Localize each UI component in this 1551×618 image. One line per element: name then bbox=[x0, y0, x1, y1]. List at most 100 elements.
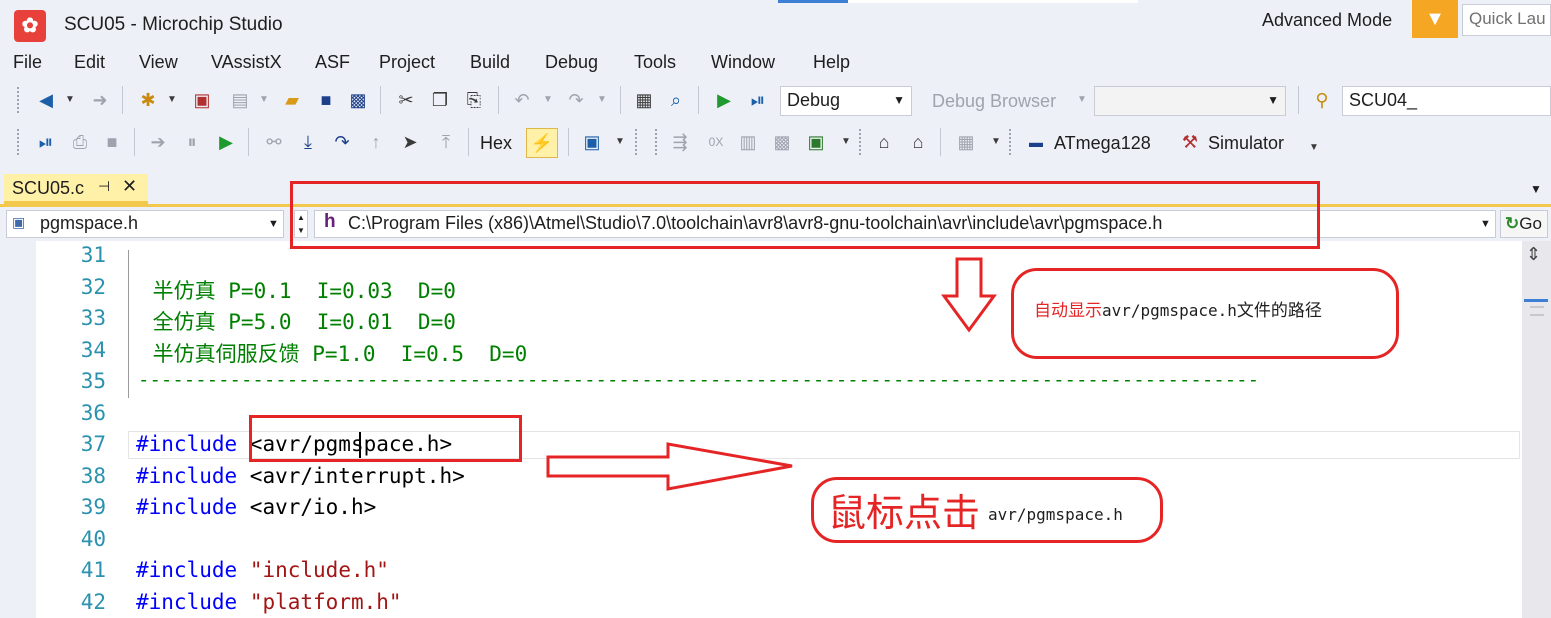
toolbar-grip[interactable] bbox=[634, 128, 638, 156]
path-highlight-box bbox=[290, 181, 1320, 249]
cut-icon[interactable]: ✂ bbox=[394, 88, 418, 112]
device-programming-icon[interactable]: ⌂ bbox=[872, 130, 896, 154]
hex-toggle[interactable]: Hex bbox=[480, 133, 512, 154]
menu-asf[interactable]: ASF bbox=[315, 52, 350, 73]
vertical-scrollbar[interactable] bbox=[1522, 241, 1551, 618]
memory-icon[interactable]: ▥ bbox=[736, 130, 760, 154]
include-target[interactable]: <avr/interrupt.h> bbox=[237, 464, 465, 488]
continue-icon[interactable]: ⏯ bbox=[34, 130, 58, 154]
menu-vassistx[interactable]: VAssistX bbox=[211, 52, 282, 73]
include-target[interactable]: "include.h" bbox=[250, 558, 389, 582]
line-number: 42 bbox=[80, 590, 106, 614]
toolbar-grip[interactable] bbox=[16, 86, 20, 114]
include-target[interactable]: <avr/io.h> bbox=[237, 495, 376, 519]
disassembly-icon[interactable]: ⇶ bbox=[668, 130, 692, 154]
menu-tools[interactable]: Tools bbox=[634, 52, 676, 73]
separator bbox=[248, 128, 249, 156]
new-project-icon[interactable]: ✱ bbox=[136, 88, 160, 112]
filter-icon[interactable]: ▼ bbox=[1412, 0, 1458, 38]
find-icon[interactable]: ⌕ bbox=[664, 88, 688, 112]
device-label[interactable]: ATmega128 bbox=[1054, 133, 1151, 154]
include-target[interactable]: "platform.h" bbox=[250, 590, 402, 614]
start-debugging-icon[interactable]: ▶ bbox=[712, 88, 736, 112]
pause-icon[interactable]: ⏸ bbox=[180, 130, 204, 154]
step-out-icon[interactable]: ↑ bbox=[364, 130, 388, 154]
analysis-icon[interactable]: ▦ bbox=[954, 130, 978, 154]
menu-help[interactable]: Help bbox=[813, 52, 850, 73]
new-dropdown-icon[interactable]: ▼ bbox=[160, 88, 184, 112]
window-dropdown-icon[interactable]: ▼ bbox=[608, 130, 632, 154]
outline-bar bbox=[128, 250, 129, 398]
chevron-down-icon[interactable]: ▼ bbox=[1480, 218, 1491, 230]
line-number: 32 bbox=[80, 275, 106, 299]
device-settings-icon[interactable]: ⌂ bbox=[906, 130, 930, 154]
debug-browser-label[interactable]: Debug Browser bbox=[932, 91, 1056, 112]
add-item-icon[interactable]: ▣ bbox=[190, 88, 214, 112]
menu-view[interactable]: View bbox=[139, 52, 178, 73]
advanced-mode-label[interactable]: Advanced Mode bbox=[1262, 10, 1392, 31]
redo-dropdown-icon[interactable]: ▼ bbox=[590, 88, 614, 112]
project-value: SCU04_ bbox=[1349, 90, 1418, 110]
io-view-icon[interactable]: ▣ bbox=[804, 130, 828, 154]
line-number: 37 bbox=[80, 432, 106, 456]
back-dropdown-icon[interactable]: ▼ bbox=[58, 88, 82, 112]
quick-launch-input[interactable]: Quick Lau bbox=[1462, 4, 1551, 36]
configuration-select[interactable]: Debug ▼ bbox=[780, 86, 912, 116]
project-select[interactable]: SCU04_ bbox=[1342, 86, 1551, 116]
back-icon[interactable]: ◀ bbox=[34, 88, 58, 112]
chevron-down-icon[interactable]: ▼ bbox=[268, 218, 279, 230]
menu-debug[interactable]: Debug bbox=[545, 52, 598, 73]
go-button[interactable]: ↻Go bbox=[1500, 210, 1548, 238]
add-existing-icon[interactable]: ▤ bbox=[228, 88, 252, 112]
step-into-icon[interactable]: ⤓ bbox=[296, 130, 320, 154]
open-folder-icon[interactable]: ▰ bbox=[280, 88, 304, 112]
solution-explorer-icon[interactable]: ▦ bbox=[632, 88, 656, 112]
redo-icon[interactable]: ↷ bbox=[564, 88, 588, 112]
analysis-dropdown-icon[interactable]: ▼ bbox=[984, 130, 1008, 154]
tab-overflow-icon[interactable]: ▼ bbox=[1530, 182, 1542, 196]
tool-label[interactable]: Simulator bbox=[1208, 133, 1284, 154]
undo-dropdown-icon[interactable]: ▼ bbox=[536, 88, 560, 112]
breakpoint-toggle-icon[interactable]: ⚡ bbox=[526, 128, 558, 158]
paste-icon[interactable]: ⎘ bbox=[462, 88, 486, 112]
processor-icon[interactable]: ▩ bbox=[770, 130, 794, 154]
save-all-icon[interactable]: ▩ bbox=[346, 88, 370, 112]
set-next-statement-icon[interactable]: ⤒ bbox=[434, 130, 458, 154]
code-line-32: 半仿真 P=0.1 I=0.03 D=0 bbox=[140, 279, 456, 303]
registers-icon[interactable]: 0X bbox=[704, 130, 728, 154]
menu-edit[interactable]: Edit bbox=[74, 52, 105, 73]
watch-icon[interactable]: ⚯ bbox=[262, 130, 286, 154]
start-without-debugging-icon[interactable]: ⏯ bbox=[746, 88, 770, 112]
close-icon[interactable]: ✕ bbox=[122, 176, 137, 197]
toolbar-grip[interactable] bbox=[858, 128, 862, 156]
menu-build[interactable]: Build bbox=[470, 52, 510, 73]
io-dropdown-icon[interactable]: ▼ bbox=[834, 130, 858, 154]
save-icon[interactable]: ■ bbox=[314, 88, 338, 112]
path-callout-text: 自动显示avr/pgmspace.h文件的路径 bbox=[1034, 296, 1322, 321]
toolbar-grip[interactable] bbox=[654, 128, 658, 156]
scroll-marker bbox=[1530, 306, 1544, 316]
toolbar-grip[interactable] bbox=[1008, 128, 1012, 156]
menu-project[interactable]: Project bbox=[379, 52, 435, 73]
break-all-icon[interactable]: ⎙ bbox=[68, 130, 92, 154]
run-icon[interactable]: ▶ bbox=[214, 130, 238, 154]
split-icon[interactable]: ⇕ bbox=[1526, 244, 1541, 265]
toolbar-overflow-icon[interactable]: ▼ bbox=[1302, 136, 1326, 160]
menu-file[interactable]: File bbox=[13, 52, 42, 73]
undo-icon[interactable]: ↶ bbox=[510, 88, 534, 112]
debug-browser-dropdown-icon[interactable]: ▼ bbox=[1070, 88, 1094, 112]
add-dropdown-icon[interactable]: ▼ bbox=[252, 88, 276, 112]
cursor-icon[interactable]: ➤ bbox=[398, 130, 422, 154]
window-icon[interactable]: ▣ bbox=[580, 130, 604, 154]
pin-icon[interactable]: ⊣ bbox=[98, 178, 110, 195]
step-over-icon[interactable]: ↷ bbox=[330, 130, 354, 154]
copy-icon[interactable]: ❐ bbox=[428, 88, 452, 112]
stop-icon[interactable]: ■ bbox=[100, 130, 124, 154]
menu-window[interactable]: Window bbox=[711, 52, 775, 73]
platform-select[interactable]: ▼ bbox=[1094, 86, 1286, 116]
chevron-down-icon: ▼ bbox=[893, 93, 905, 107]
forward-icon[interactable]: ➜ bbox=[88, 88, 112, 112]
separator bbox=[122, 86, 123, 114]
step-arrow-icon[interactable]: ➔ bbox=[146, 130, 170, 154]
toolbar-grip[interactable] bbox=[16, 128, 20, 156]
